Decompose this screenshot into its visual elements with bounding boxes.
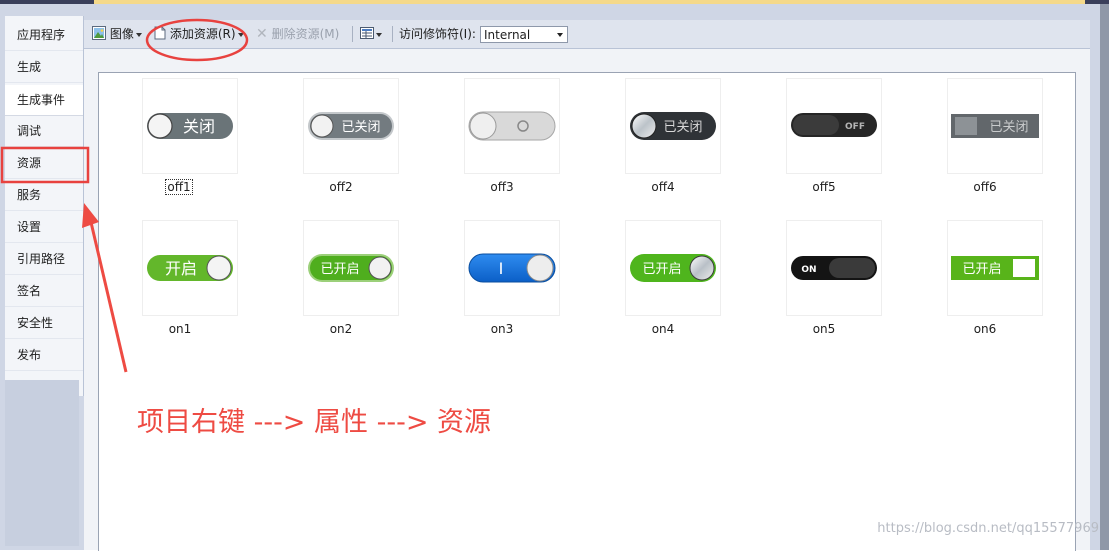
resource-label: on1 xyxy=(168,322,192,336)
toggle-on-image: ON xyxy=(791,256,877,280)
svg-text:已开启: 已开启 xyxy=(320,262,359,277)
resource-label: off1 xyxy=(165,179,193,195)
sidebar-item-security[interactable]: 安全性 xyxy=(5,308,83,339)
resource-thumbnail-on3[interactable]: I xyxy=(464,220,560,316)
watermark: https://blog.csdn.net/qq15577969 xyxy=(877,521,1099,536)
resource-thumbnail-off5[interactable]: OFF xyxy=(786,78,882,174)
chevron-down-icon xyxy=(376,32,382,37)
chevron-down-icon xyxy=(135,32,142,37)
resource-thumbnail-off1[interactable]: 关闭 xyxy=(142,78,238,174)
image-dropdown-label: 图像 xyxy=(109,27,134,41)
grid-view-icon xyxy=(360,27,374,39)
sidebar-tail xyxy=(5,380,79,546)
svg-text:已开启: 已开启 xyxy=(962,262,1001,277)
access-modifier-label: 访问修饰符(I): xyxy=(399,27,476,41)
sidebar-item-build[interactable]: 生成 xyxy=(5,52,83,83)
toggle-on-image: 已开启 xyxy=(951,256,1039,280)
svg-text:已开启: 已开启 xyxy=(642,262,681,277)
sidebar-item-settings[interactable]: 设置 xyxy=(5,212,83,243)
resource-label: on3 xyxy=(490,322,514,336)
resource-thumbnail-on6[interactable]: 已开启 xyxy=(947,220,1043,316)
window-edge xyxy=(1100,4,1109,550)
sidebar-item-publish[interactable]: 发布 xyxy=(5,340,83,371)
access-modifier-value: Internal xyxy=(484,28,531,42)
svg-text:I: I xyxy=(499,259,504,278)
resource-label: off3 xyxy=(490,180,514,194)
resource-label: on2 xyxy=(329,322,353,336)
svg-text:ON: ON xyxy=(801,265,816,275)
resource-label: off5 xyxy=(812,180,836,194)
toggle-off-image: 已关闭 xyxy=(630,112,716,140)
resource-thumbnail-off6[interactable]: 已关闭 xyxy=(947,78,1043,174)
delete-resource-label: 删除资源(M) xyxy=(271,27,340,41)
toggle-off-image: 关闭 xyxy=(147,113,233,139)
resource-label: on6 xyxy=(973,322,997,336)
chevron-down-icon xyxy=(237,32,244,37)
resource-thumbnail-on5[interactable]: ON xyxy=(786,220,882,316)
resource-label: off4 xyxy=(651,180,675,194)
sidebar-item-reference-paths[interactable]: 引用路径 xyxy=(5,244,83,275)
image-dropdown[interactable]: 图像 xyxy=(92,20,142,48)
svg-text:开启: 开启 xyxy=(165,259,197,278)
sidebar-item-application[interactable]: 应用程序 xyxy=(5,20,83,51)
resource-thumbnail-off2[interactable]: 已关闭 xyxy=(303,78,399,174)
image-icon xyxy=(92,26,106,40)
delete-resource-button[interactable]: ✕ 删除资源(M) xyxy=(256,20,339,48)
new-document-icon xyxy=(154,26,166,40)
sidebar-item-services[interactable]: 服务 xyxy=(5,180,83,211)
svg-text:已关闭: 已关闭 xyxy=(663,120,702,135)
sidebar-item-resources[interactable]: 资源 xyxy=(5,148,83,179)
toggle-off-image: OFF xyxy=(791,113,877,137)
resource-thumbnail-on2[interactable]: 已开启 xyxy=(303,220,399,316)
svg-text:已关闭: 已关闭 xyxy=(989,120,1028,135)
chevron-down-icon xyxy=(557,33,563,37)
view-dropdown[interactable] xyxy=(360,20,382,48)
sidebar-item-build-events[interactable]: 生成事件 xyxy=(5,85,83,116)
toggle-on-image: 已开启 xyxy=(630,254,716,282)
resource-thumbnail-on1[interactable]: 开启 xyxy=(142,220,238,316)
toggle-on-image: 已开启 xyxy=(308,254,394,282)
toolbar-separator xyxy=(352,26,353,42)
resource-thumbnail-off3[interactable] xyxy=(464,78,560,174)
toggle-on-image: I xyxy=(468,253,556,283)
add-resource-label: 添加资源(R) xyxy=(169,27,236,41)
resource-thumbnail-off4[interactable]: 已关闭 xyxy=(625,78,721,174)
resource-thumbnail-on4[interactable]: 已开启 xyxy=(625,220,721,316)
resource-label: on4 xyxy=(651,322,675,336)
resource-canvas xyxy=(98,72,1076,551)
add-resource-button[interactable]: 添加资源(R) xyxy=(154,20,244,48)
sidebar-item-signing[interactable]: 签名 xyxy=(5,276,83,307)
resource-label: off6 xyxy=(973,180,997,194)
resource-label: on5 xyxy=(812,322,836,336)
svg-text:OFF: OFF xyxy=(845,122,865,132)
svg-text:已关闭: 已关闭 xyxy=(341,120,380,135)
sidebar-item-debug[interactable]: 调试 xyxy=(5,116,83,147)
toggle-off-image: 已关闭 xyxy=(951,114,1039,138)
resource-label: off2 xyxy=(329,180,353,194)
delete-icon: ✕ xyxy=(256,26,268,42)
annotation-text: 项目右键 ---> 属性 ---> 资源 xyxy=(137,407,492,438)
access-modifier-select[interactable]: Internal xyxy=(480,26,568,43)
svg-text:关闭: 关闭 xyxy=(183,117,215,136)
toggle-off-image: 已关闭 xyxy=(308,112,394,140)
toggle-off-image xyxy=(468,111,556,141)
toggle-on-image: 开启 xyxy=(147,255,233,281)
toolbar-separator xyxy=(392,26,393,42)
